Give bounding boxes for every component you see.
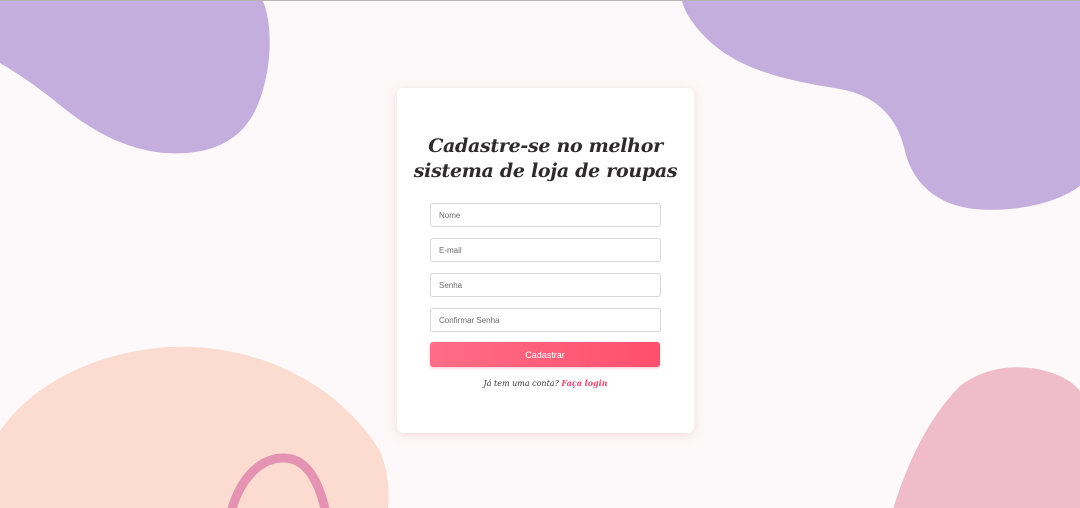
register-button[interactable]: Cadastrar [430, 342, 660, 367]
login-link[interactable]: Faça login [561, 378, 607, 388]
login-prompt: Já tem uma conta? Faça login [397, 378, 694, 388]
name-input[interactable] [430, 203, 661, 227]
form-title-line-1: Cadastre-se no melhor [428, 135, 663, 157]
confirm-password-input[interactable] [430, 308, 661, 332]
top-left-purple-blob [0, 1, 270, 154]
top-right-purple-blob [682, 1, 1080, 210]
bottom-right-pink-blob [893, 367, 1080, 508]
login-prompt-text: Já tem uma conta? [483, 379, 559, 388]
form-title: Cadastre-se no melhor sistema de loja de… [397, 134, 694, 184]
form-title-line-2: sistema de loja de roupas [413, 160, 678, 182]
password-input[interactable] [430, 273, 661, 297]
page-background: Cadastre-se no melhor sistema de loja de… [0, 0, 1080, 508]
signup-card: Cadastre-se no melhor sistema de loja de… [397, 88, 694, 433]
bottom-left-peach-blob [0, 346, 389, 508]
email-input[interactable] [430, 238, 661, 262]
